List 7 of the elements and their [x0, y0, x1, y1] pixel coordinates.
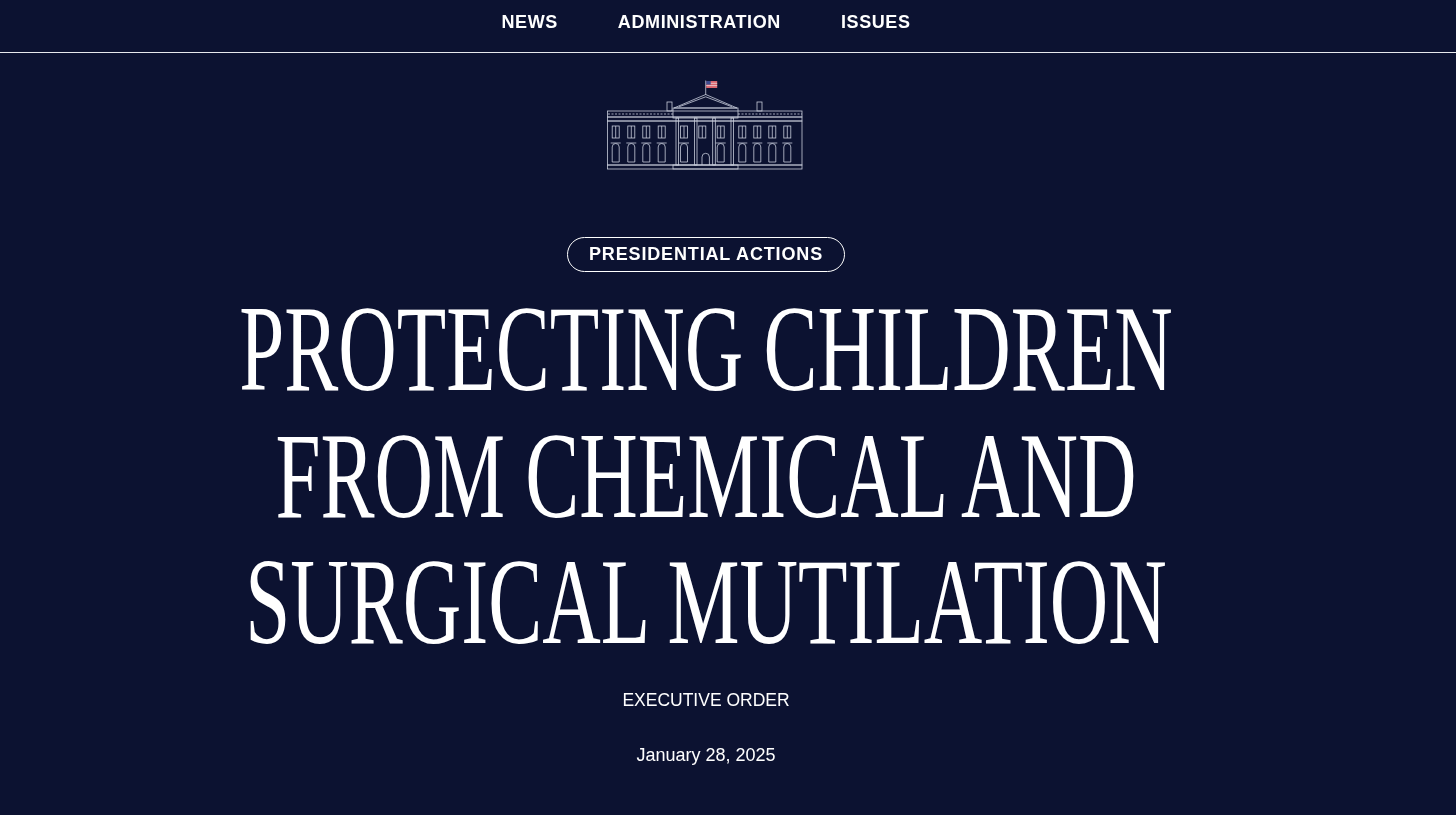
document-type: EXECUTIVE ORDER	[622, 689, 790, 711]
nav-link[interactable]: ISSUES	[840, 11, 911, 33]
page-title: PROTECTING CHILDREN FROM CHEMICAL AND SURGICAL MUTILATION	[238, 287, 1174, 666]
nav-link[interactable]: ADMINISTRATION	[617, 11, 781, 33]
building-logo[interactable]	[607, 80, 805, 170]
nav-link[interactable]: NEWS	[501, 11, 558, 33]
publish-date: January 28, 2025	[636, 744, 776, 766]
